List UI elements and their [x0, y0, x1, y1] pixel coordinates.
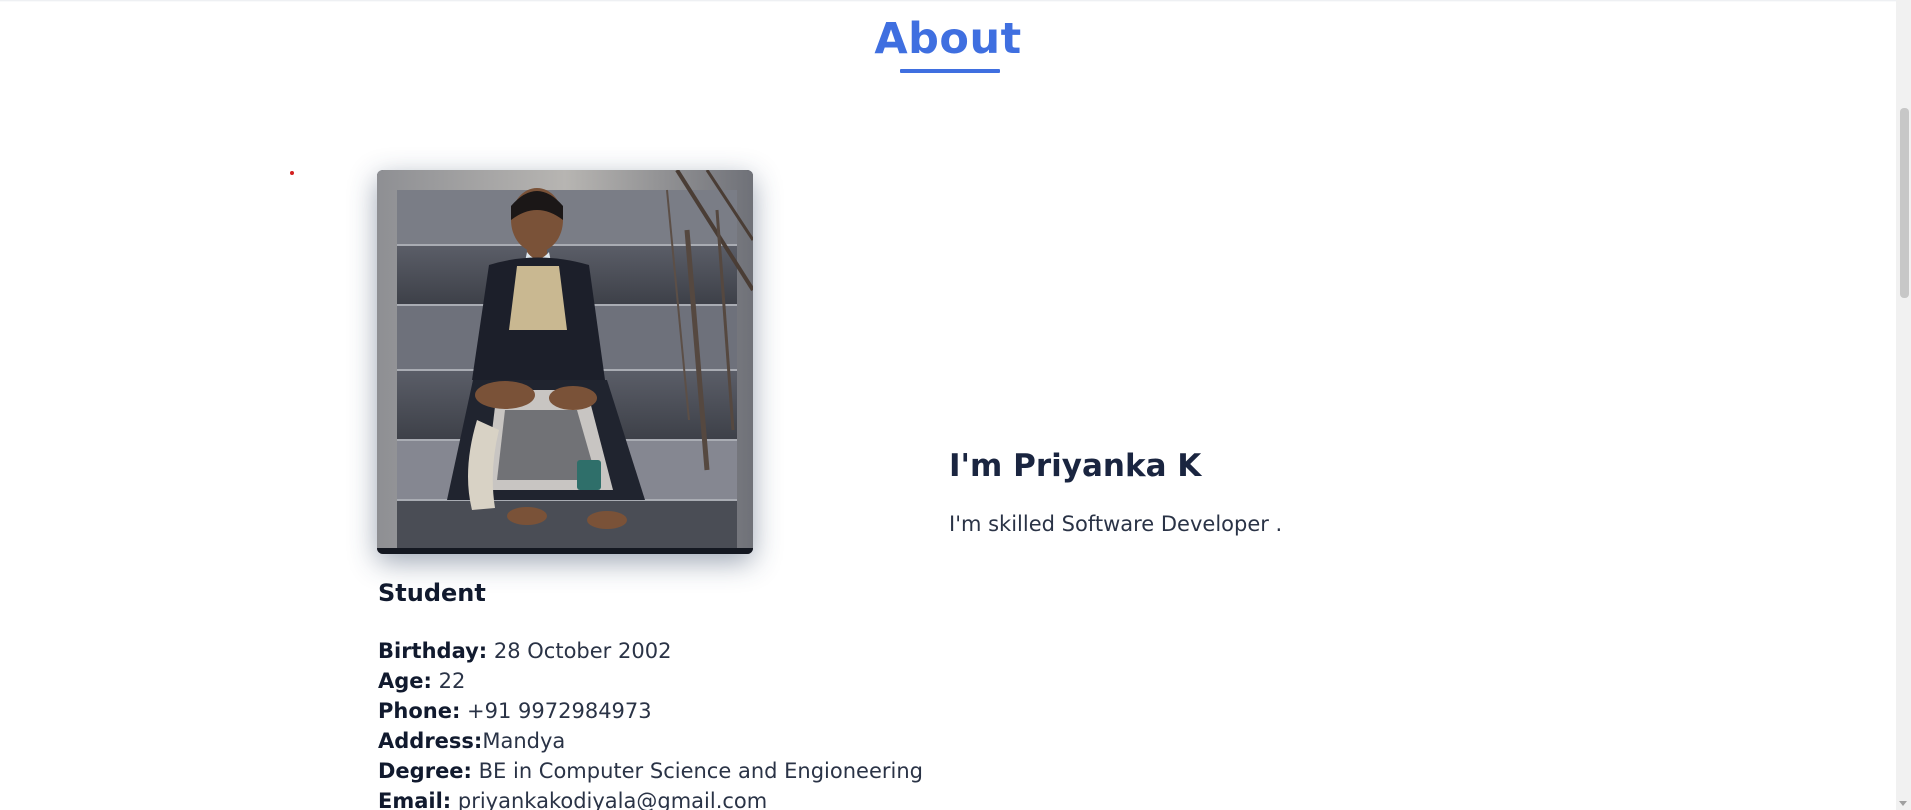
- profile-photo: [377, 170, 753, 554]
- detail-address: Address:Mandya: [378, 726, 923, 756]
- detail-value: +91 9972984973: [460, 699, 652, 723]
- intro-heading: I'm Priyanka K: [949, 448, 1202, 484]
- detail-label: Age:: [378, 669, 432, 693]
- detail-label: Birthday:: [378, 639, 488, 663]
- detail-value: BE in Computer Science and Engioneering: [471, 759, 923, 783]
- header-shadow: [0, 0, 1896, 2]
- profile-photo-illustration: [377, 170, 753, 554]
- detail-birthday: Birthday: 28 October 2002: [378, 636, 923, 666]
- profile-details: Birthday: 28 October 2002 Age: 22 Phone:…: [378, 636, 923, 810]
- detail-label: Phone:: [378, 699, 461, 723]
- profile-role: Student: [378, 579, 486, 607]
- cursor-dot: [290, 171, 294, 175]
- section-title: About: [874, 14, 1022, 64]
- detail-value: Mandya: [482, 729, 566, 753]
- detail-value: 28 October 2002: [487, 639, 672, 663]
- vertical-scrollbar[interactable]: [1896, 0, 1911, 810]
- detail-age: Age: 22: [378, 666, 923, 696]
- detail-email: Email: priyankakodiyala@gmail.com: [378, 786, 923, 810]
- title-underline: [900, 69, 1000, 73]
- detail-label: Address:: [378, 729, 483, 753]
- intro-text: I'm skilled Software Developer .: [949, 512, 1283, 536]
- detail-label: Email:: [378, 789, 452, 810]
- detail-degree: Degree: BE in Computer Science and Engio…: [378, 756, 923, 786]
- detail-value: 22: [431, 669, 466, 693]
- detail-phone: Phone: +91 9972984973: [378, 696, 923, 726]
- detail-value: priyankakodiyala@gmail.com: [451, 789, 768, 810]
- scroll-down-arrow-icon[interactable]: [1899, 801, 1907, 806]
- scrollbar-thumb[interactable]: [1900, 108, 1909, 298]
- about-page: About Student Birthday: 28 October 2002 …: [0, 0, 1911, 810]
- detail-label: Degree:: [378, 759, 472, 783]
